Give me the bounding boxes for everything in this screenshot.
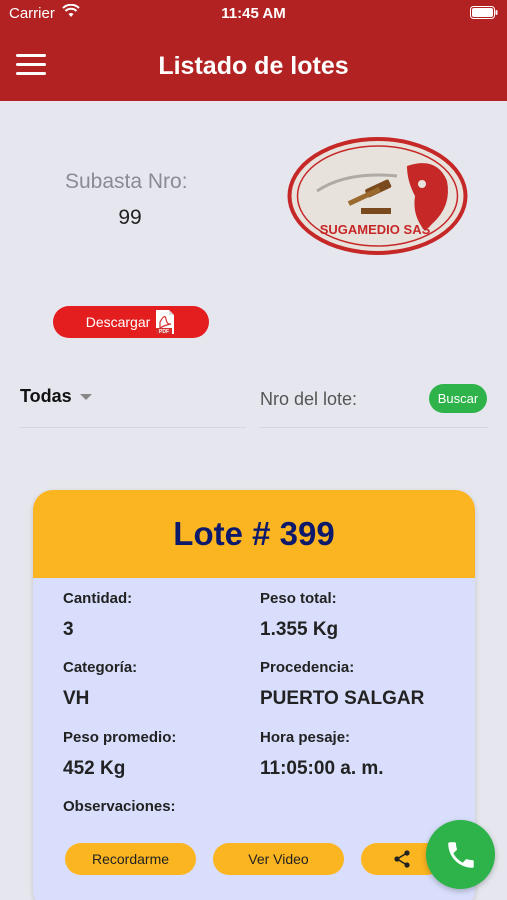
phone-icon (447, 841, 474, 868)
categoria-value: VH (63, 688, 90, 709)
status-bar: Carrier 11:45 AM (0, 0, 507, 28)
peso-promedio-label: Peso promedio: (63, 729, 177, 746)
category-filter-select[interactable]: Todas (20, 386, 92, 407)
call-button[interactable] (426, 820, 495, 889)
cantidad-label: Cantidad: (63, 590, 133, 607)
categoria-label: Categoría: (63, 659, 138, 676)
peso-promedio-value: 452 Kg (63, 758, 126, 779)
app-header: Carrier 11:45 AM Listado de lotes (0, 0, 507, 101)
hora-pesaje-label: Hora pesaje: (260, 729, 351, 746)
download-pdf-button[interactable]: Descargar PDF (53, 306, 209, 338)
logo-text: SUGAMEDIO SAS (320, 222, 431, 237)
download-label: Descargar (85, 314, 151, 330)
battery-icon (470, 6, 498, 19)
hora-pesaje-value: 11:05:00 a. m. (260, 758, 384, 779)
procedencia-value: PUERTO SALGAR (260, 688, 425, 709)
cantidad-value: 3 (63, 619, 74, 640)
subasta-label: Subasta Nro: (65, 170, 188, 193)
search-button[interactable]: Buscar (429, 384, 487, 413)
lot-card-header: Lote # 399 (33, 490, 475, 578)
pdf-icon: PDF (156, 310, 175, 335)
subasta-number: 99 (118, 206, 142, 229)
input-divider (260, 427, 488, 428)
status-time: 11:45 AM (221, 5, 286, 22)
share-icon (394, 850, 410, 868)
lot-title: Lote # 399 (173, 515, 335, 552)
lote-number-input[interactable] (260, 388, 420, 410)
peso-total-value: 1.355 Kg (260, 619, 339, 640)
svg-text:PDF: PDF (159, 329, 169, 335)
observaciones-label: Observaciones: (63, 798, 176, 815)
filter-divider (20, 427, 246, 428)
chevron-down-icon (79, 394, 92, 401)
procedencia-label: Procedencia: (260, 659, 355, 676)
page-title: Listado de lotes (158, 52, 349, 80)
view-video-button[interactable]: Ver Video (213, 843, 344, 875)
company-logo: SUGAMEDIO SAS (287, 137, 468, 255)
remind-me-button[interactable]: Recordarme (65, 843, 196, 875)
peso-total-label: Peso total: (260, 590, 337, 607)
lot-card: Lote # 399 Cantidad: 3 Peso total: 1.355… (33, 490, 475, 900)
filter-selected-value: Todas (20, 386, 72, 406)
